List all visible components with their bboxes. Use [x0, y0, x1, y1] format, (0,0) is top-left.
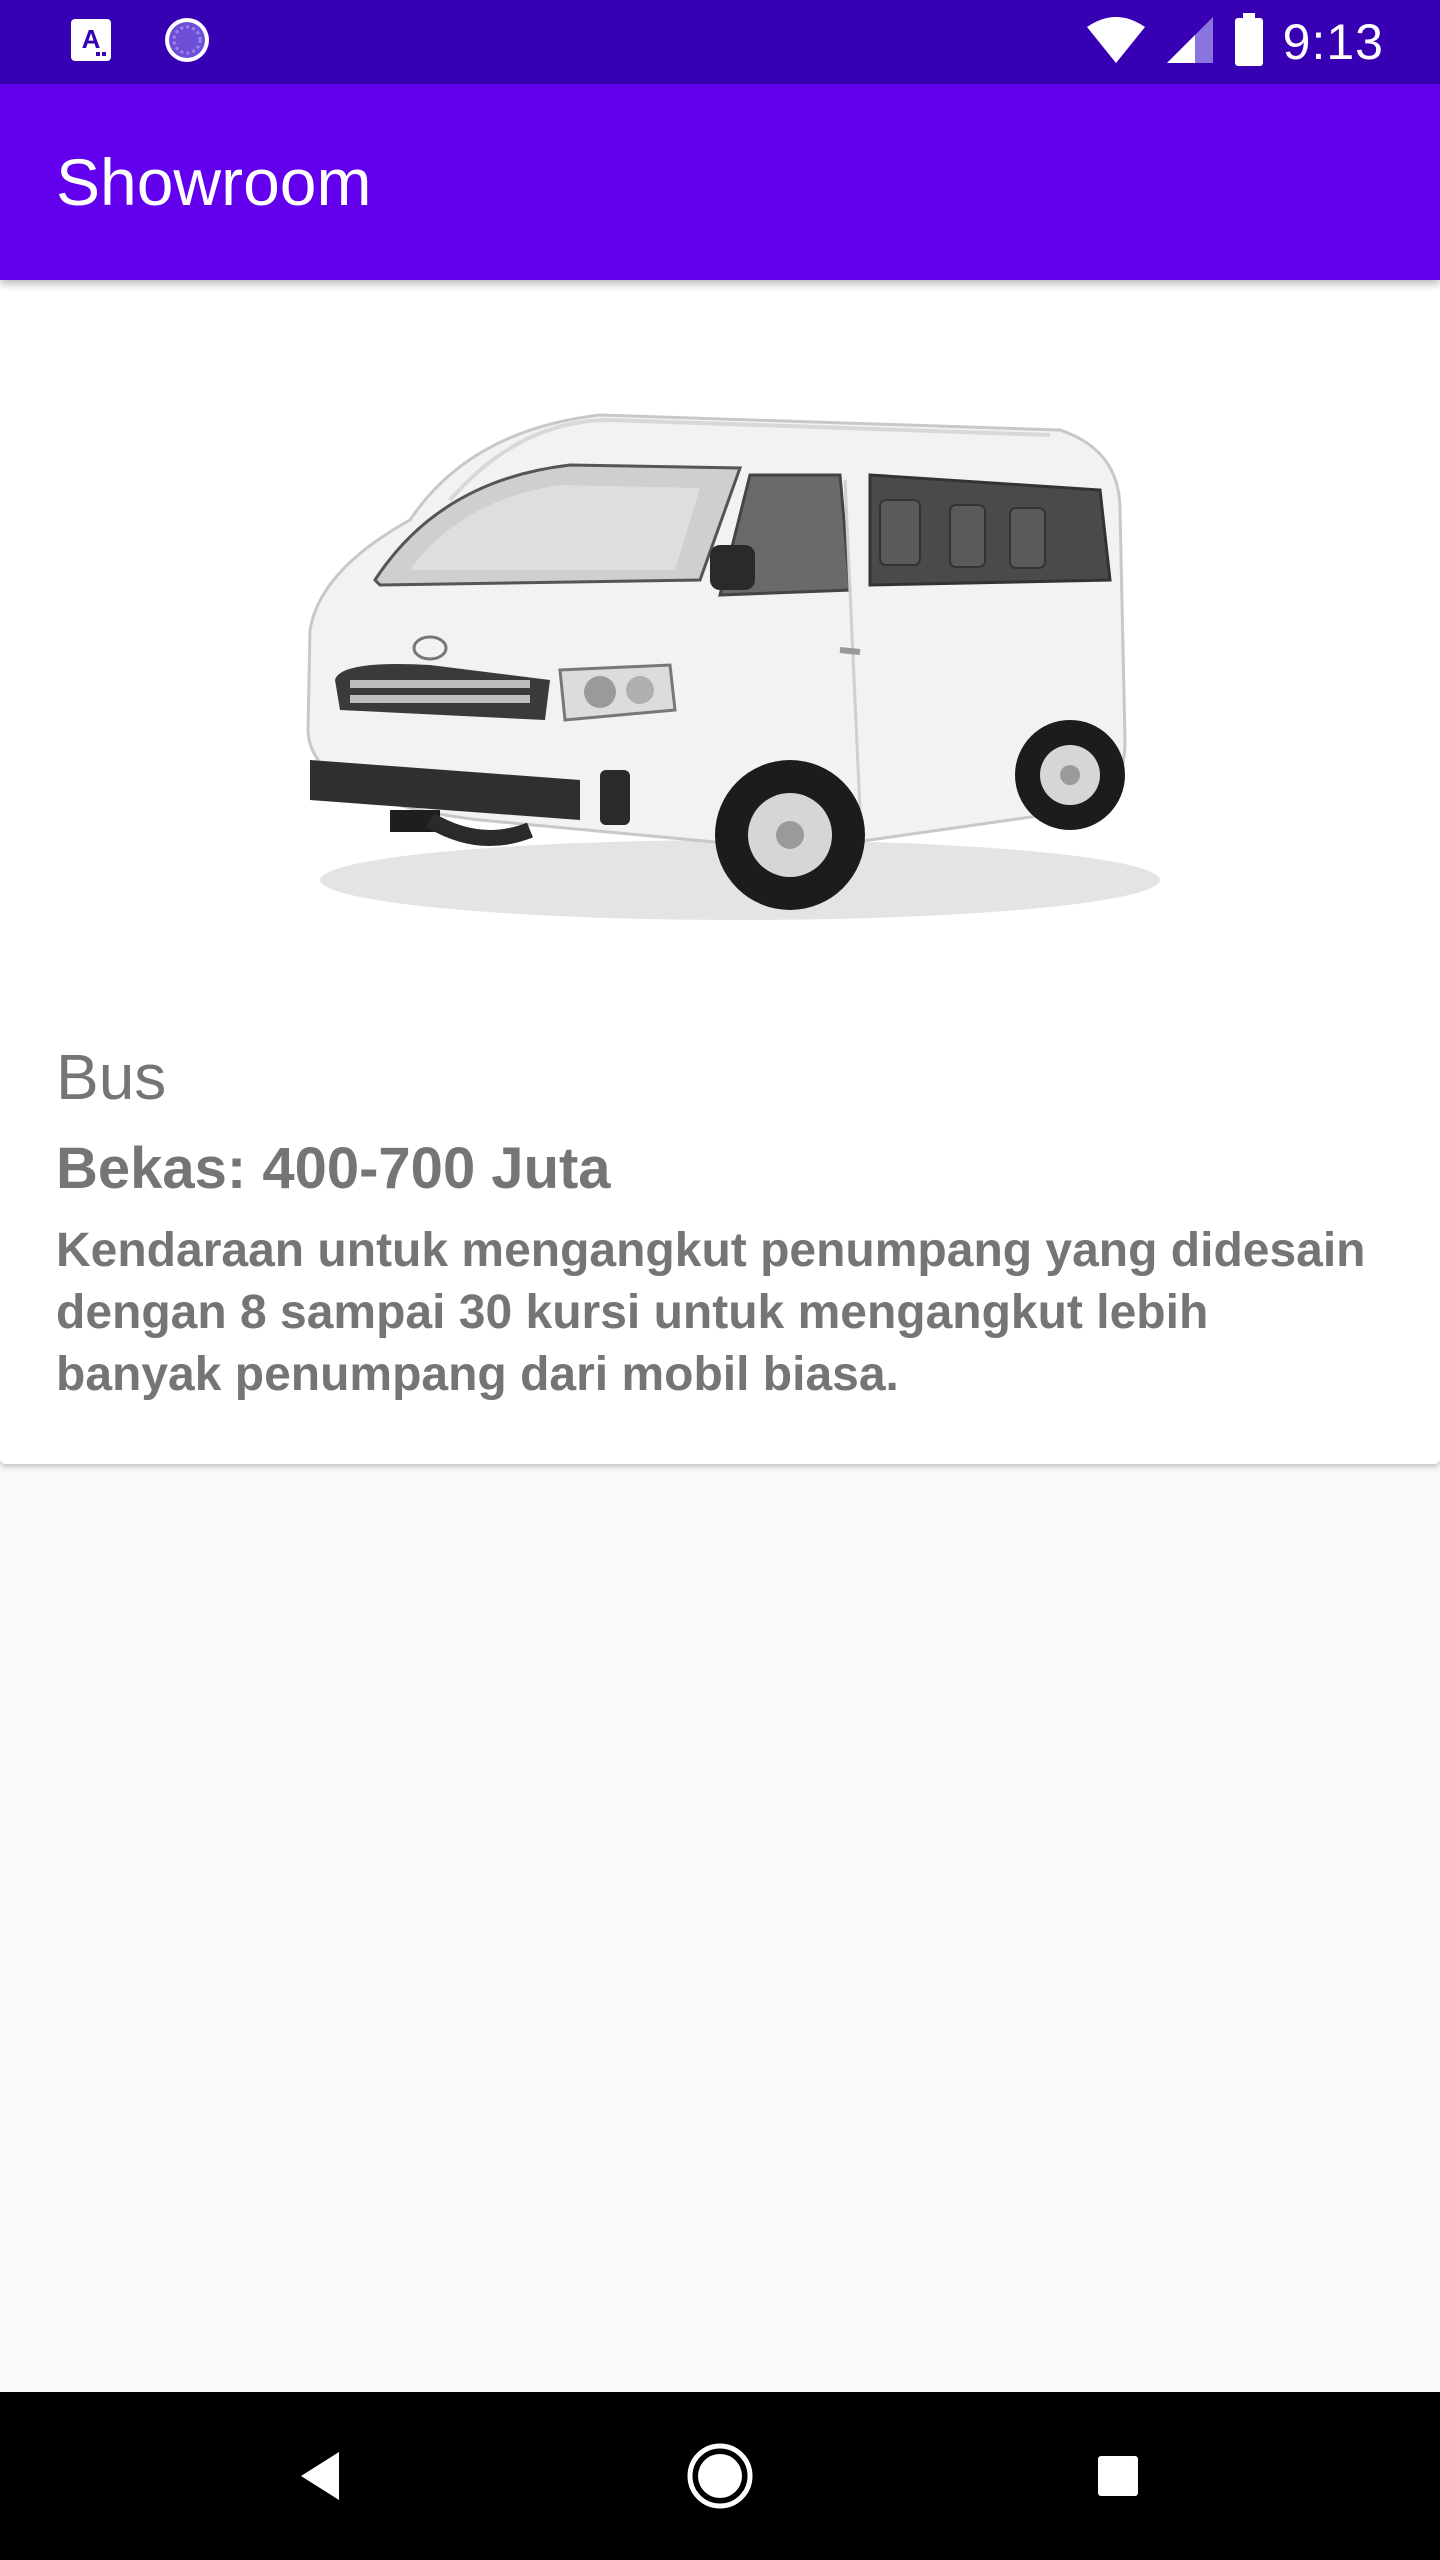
a-notification-icon: A — [70, 18, 112, 67]
app-bar: Showroom — [0, 84, 1440, 280]
item-description: Kendaraan untuk mengangkut penumpang yan… — [56, 1224, 1366, 1401]
system-nav-bar — [0, 2392, 1440, 2560]
item-detail-card: Bus Bekas: 400-700 Juta Kendaraan untuk … — [0, 280, 1440, 1464]
car-image — [306, 413, 1160, 920]
page-title: Showroom — [56, 145, 372, 219]
wifi-icon — [1085, 15, 1147, 70]
home-button[interactable] — [670, 2426, 770, 2526]
battery-icon — [1233, 12, 1265, 72]
home-icon — [687, 2443, 753, 2509]
loading-circle-icon — [162, 15, 212, 70]
svg-text:A: A — [82, 24, 101, 54]
recents-icon — [1098, 2456, 1138, 2496]
status-bar: A 9:13 — [0, 0, 1440, 84]
item-price: Bekas: 400-700 Juta — [56, 1136, 611, 1201]
signal-icon — [1165, 15, 1215, 70]
back-button[interactable] — [270, 2426, 370, 2526]
item-name: Bus — [56, 1041, 167, 1113]
clock-time: 9:13 — [1282, 14, 1384, 70]
recents-button[interactable] — [1068, 2426, 1168, 2526]
back-icon — [301, 2452, 339, 2500]
